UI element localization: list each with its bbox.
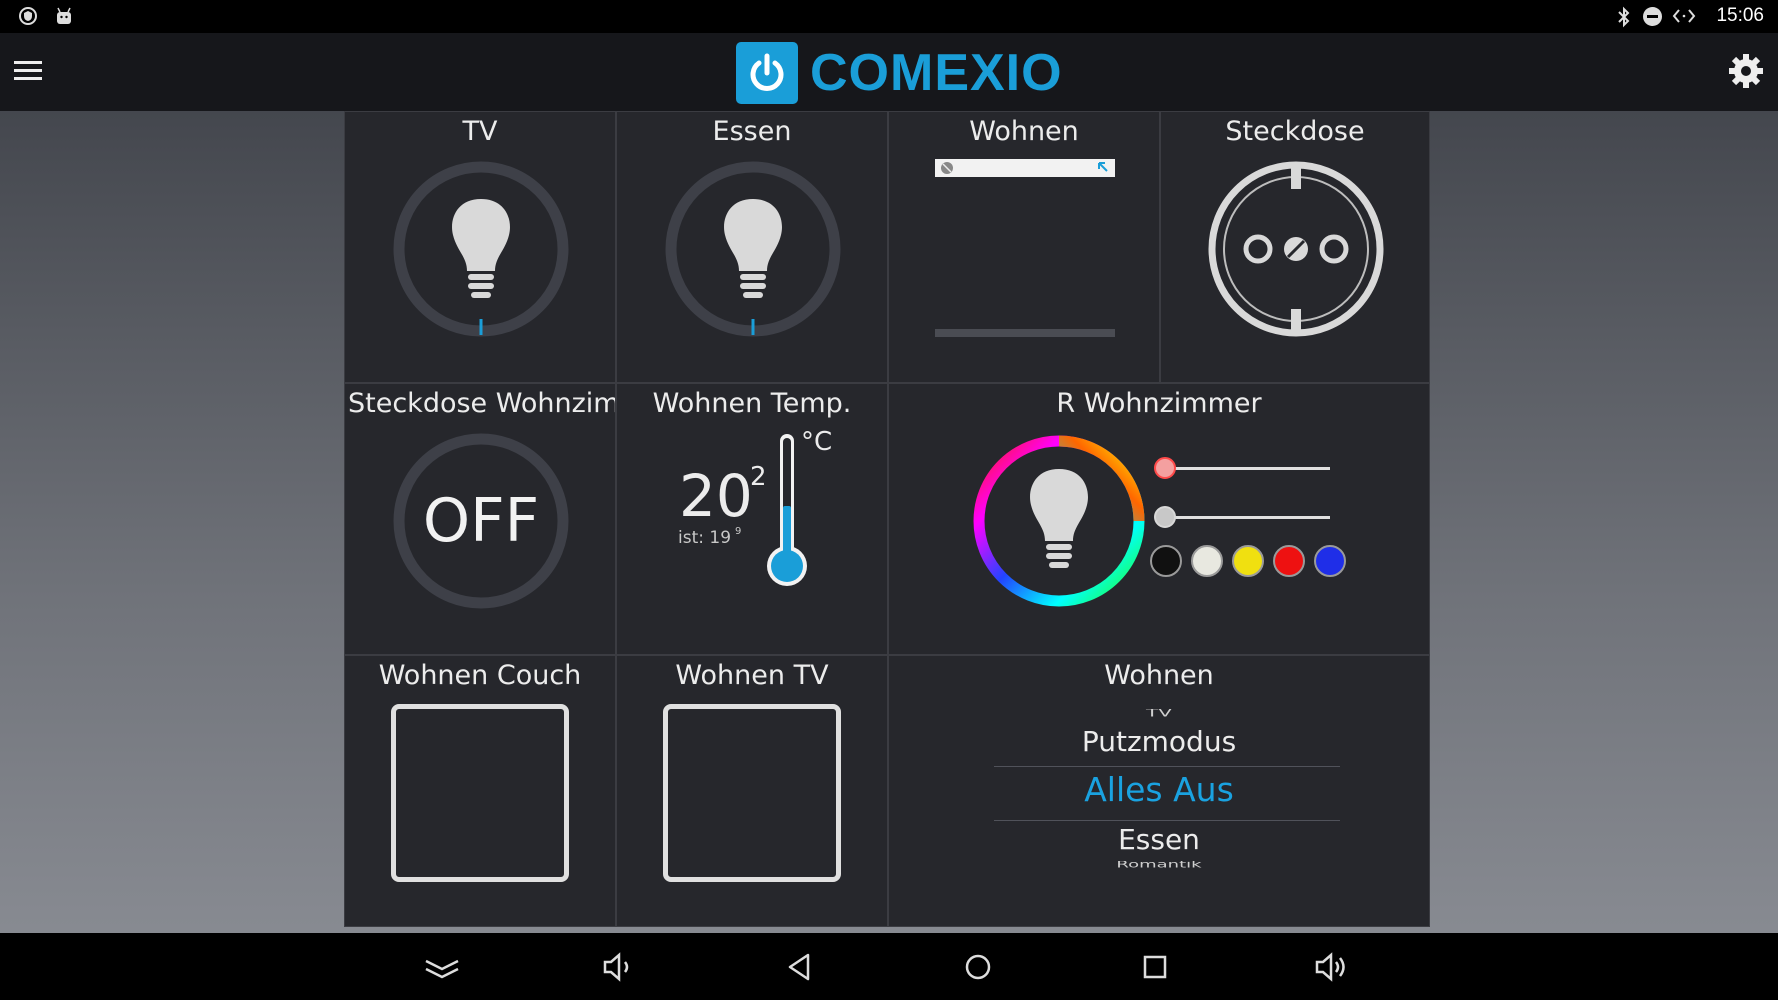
lightbulb-icon <box>1030 469 1088 568</box>
scene-item-putzmodus[interactable]: Putzmodus <box>889 725 1429 758</box>
toggle-state-label: OFF <box>422 486 540 556</box>
tile-title: R Wohnzimmer <box>1056 388 1262 419</box>
color-preset-swatch[interactable] <box>1232 545 1264 577</box>
app-logo: COMEXIO <box>736 42 1063 104</box>
recents-icon[interactable] <box>1137 949 1173 985</box>
white-level-slider[interactable] <box>1154 505 1334 529</box>
shutter-control[interactable] <box>935 157 1115 347</box>
app-logo-text: COMEXIO <box>810 44 1063 102</box>
tile-title: Steckdose <box>1225 116 1365 147</box>
color-wheel[interactable] <box>969 431 1149 611</box>
scene-item-alles-aus[interactable]: Alles Aus <box>889 770 1429 809</box>
tile-wohnen-tv: Wohnen TV <box>616 655 888 927</box>
tile-title: Wohnen Couch <box>378 660 582 691</box>
app-bar: COMEXIO <box>0 33 1778 111</box>
tile-grid: TV Essen Wohnen Steckdose Steckdose Wohn… <box>344 111 1430 927</box>
status-bar: 15:06 <box>0 0 1778 33</box>
thermometer-icon <box>767 434 807 586</box>
scene-divider <box>994 766 1340 767</box>
socket-onoff-toggle[interactable]: OFF <box>391 431 571 611</box>
data-sync-icon <box>1672 9 1696 23</box>
home-icon[interactable] <box>960 949 996 985</box>
tile-title: Wohnen <box>1104 660 1214 691</box>
settings-gear-icon[interactable] <box>1726 51 1766 91</box>
tile-wohnen-couch: Wohnen Couch <box>344 655 616 927</box>
shield-icon <box>19 7 37 25</box>
color-preset-swatch[interactable] <box>1150 545 1182 577</box>
actual-decimal: 9 <box>735 526 742 537</box>
menu-icon[interactable] <box>12 55 46 87</box>
slider-thumb[interactable] <box>1154 506 1176 528</box>
back-icon[interactable] <box>782 949 818 985</box>
collapse-icon[interactable] <box>424 949 460 985</box>
thermostat-control[interactable]: 20 2 ist: 19 9 °C <box>617 424 889 654</box>
color-preset-swatch[interactable] <box>1273 545 1305 577</box>
color-preset-swatch[interactable] <box>1191 545 1223 577</box>
tv-light-dimmer[interactable] <box>391 159 571 339</box>
tile-title: Steckdose Wohnzim <box>348 388 615 419</box>
scene-item-tv[interactable]: TV <box>889 709 1429 723</box>
do-not-disturb-icon <box>1643 7 1662 26</box>
bluetooth-icon <box>1618 6 1630 28</box>
color-preset-swatch[interactable] <box>1314 545 1346 577</box>
tile-wohnen-scenes: Wohnen TV Putzmodus Alles Aus Essen Roma… <box>888 655 1430 927</box>
volume-up-icon[interactable] <box>1314 949 1350 985</box>
tile-r-wohnzimmer: R Wohnzimmer <box>888 383 1430 655</box>
scene-item-romantik[interactable]: Romantik <box>889 861 1429 874</box>
tile-title: Wohnen Temp. <box>652 388 852 419</box>
volume-down-icon[interactable] <box>601 949 637 985</box>
essen-light-dimmer[interactable] <box>663 159 843 339</box>
tile-title: Wohnen <box>969 116 1079 147</box>
socket-icon[interactable] <box>1206 159 1386 339</box>
navigation-bar <box>0 933 1778 1000</box>
slider-thumb[interactable] <box>1154 457 1176 479</box>
tv-switch-button[interactable] <box>663 704 841 882</box>
tile-wohnen-temp: Wohnen Temp. 20 2 ist: 19 9 °C <box>616 383 888 655</box>
scene-item-essen[interactable]: Essen <box>889 823 1429 856</box>
power-icon <box>736 42 798 104</box>
actual-temp: ist: 19 <box>678 528 732 548</box>
color-brightness-slider[interactable] <box>1154 456 1334 480</box>
android-icon <box>57 7 71 24</box>
status-time: 15:06 <box>1716 5 1764 26</box>
tile-tv: TV <box>344 111 616 383</box>
tile-steckdose-wohnzimmer: Steckdose Wohnzim OFF <box>344 383 616 655</box>
tile-title: Essen <box>712 116 792 147</box>
couch-switch-button[interactable] <box>391 704 569 882</box>
tile-essen: Essen <box>616 111 888 383</box>
tile-steckdose: Steckdose <box>1160 111 1430 383</box>
tile-title: Wohnen TV <box>675 660 829 691</box>
color-preset-row <box>1150 541 1370 583</box>
tile-wohnen-shutter: Wohnen <box>888 111 1160 383</box>
scene-divider <box>994 820 1340 821</box>
tile-title: TV <box>462 116 498 147</box>
lightbulb-icon <box>724 199 782 298</box>
setpoint-value: 20 <box>679 462 753 530</box>
lightbulb-icon <box>452 199 510 298</box>
